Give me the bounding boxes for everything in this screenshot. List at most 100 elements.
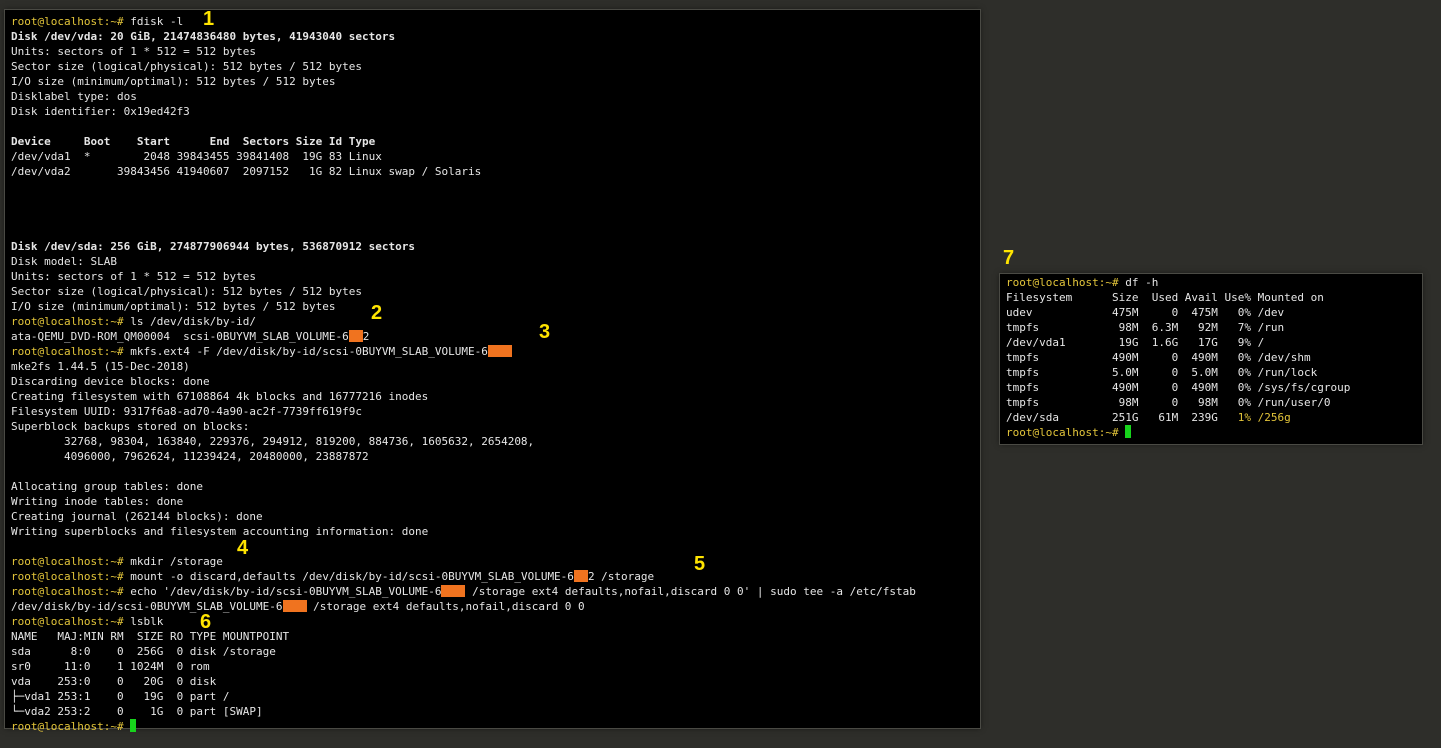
- command-line: root@localhost:~# lsblk: [11, 614, 980, 629]
- command-text: /storage ext4 defaults,nofail,discard 0 …: [465, 585, 916, 598]
- prompt: root@localhost:~#: [11, 15, 124, 28]
- df-row: tmpfs 5.0M 0 5.0M 0% /run/lock: [1006, 366, 1318, 379]
- redaction-mark: [441, 585, 466, 597]
- output-line: I/O size (minimum/optimal): 512 bytes / …: [11, 300, 336, 313]
- command-line: root@localhost:~# df -h: [1006, 275, 1422, 290]
- redaction-mark: [573, 570, 588, 582]
- output-line: Creating filesystem with 67108864 4k blo…: [11, 390, 429, 403]
- step-label-7: 7: [1003, 247, 1015, 269]
- output-line: Units: sectors of 1 * 512 = 512 bytes: [11, 45, 257, 58]
- step-label-3: 3: [539, 321, 551, 343]
- df-row-sda: /dev/sda 251G 61M 239G 1% /256g: [1006, 410, 1422, 425]
- command-text: ls /dev/disk/by-id/: [123, 315, 257, 328]
- lsblk-row: vda 253:0 0 20G 0 disk: [11, 675, 217, 688]
- output-text: 2: [362, 330, 370, 343]
- command-text: lsblk: [123, 615, 164, 628]
- command-line: root@localhost:~# echo '/dev/disk/by-id/…: [11, 584, 980, 599]
- step-label-1: 1: [203, 8, 215, 30]
- prompt: root@localhost:~#: [11, 585, 124, 598]
- output-line: Disk identifier: 0x19ed42f3: [11, 105, 190, 118]
- df-row-text: /dev/sda 251G 61M 239G: [1006, 411, 1238, 424]
- output-line: Units: sectors of 1 * 512 = 512 bytes: [11, 270, 257, 283]
- df-header: Filesystem Size Used Avail Use% Mounted …: [1006, 291, 1324, 304]
- output-line: Superblock backups stored on blocks:: [11, 420, 250, 433]
- redaction-mark: [487, 345, 512, 357]
- output-line: /dev/disk/by-id/scsi-0BUYVM_SLAB_VOLUME-…: [11, 599, 980, 614]
- lsblk-row: └─vda2 253:2 0 1G 0 part [SWAP]: [11, 705, 263, 718]
- prompt: root@localhost:~#: [1006, 426, 1119, 439]
- command-line: root@localhost:~# mkdir /storage: [11, 554, 980, 569]
- command-line[interactable]: root@localhost:~#: [1006, 425, 1422, 440]
- df-row: tmpfs 98M 0 98M 0% /run/user/0: [1006, 396, 1331, 409]
- output-line: Writing inode tables: done: [11, 495, 184, 508]
- prompt: root@localhost:~#: [11, 570, 124, 583]
- df-row: tmpfs 490M 0 490M 0% /sys/fs/cgroup: [1006, 381, 1351, 394]
- output-text: ata-QEMU_DVD-ROM_QM00004 scsi-0BUYVM_SLA…: [11, 330, 349, 343]
- step-label-2: 2: [371, 302, 383, 324]
- command-line: root@localhost:~# fdisk -l: [11, 14, 980, 29]
- output-line: Disk /dev/sda: 256 GiB, 274877906944 byt…: [11, 240, 415, 253]
- step-label-6: 6: [200, 611, 212, 633]
- partition-row: /dev/vda2 39843456 41940607 2097152 1G 8…: [11, 165, 482, 178]
- output-text: /dev/disk/by-id/scsi-0BUYVM_SLAB_VOLUME-…: [11, 600, 283, 613]
- redaction-mark: [348, 330, 363, 342]
- lsblk-row: sda 8:0 0 256G 0 disk /storage: [11, 645, 276, 658]
- lsblk-row: sr0 11:0 1 1024M 0 rom: [11, 660, 210, 673]
- command-text: mount -o discard,defaults /dev/disk/by-i…: [123, 570, 574, 583]
- redaction-mark: [282, 600, 307, 612]
- command-text: fdisk -l: [123, 15, 184, 28]
- command-line[interactable]: root@localhost:~#: [11, 719, 980, 734]
- command-text: mkfs.ext4 -F /dev/disk/by-id/scsi-0BUYVM…: [123, 345, 488, 358]
- output-line: 4096000, 7962624, 11239424, 20480000, 23…: [11, 450, 369, 463]
- prompt: root@localhost:~#: [11, 345, 124, 358]
- output-line: mke2fs 1.44.5 (15-Dec-2018): [11, 360, 190, 373]
- df-row-highlight: 1% /256g: [1237, 411, 1291, 424]
- prompt: root@localhost:~#: [11, 315, 124, 328]
- cursor: [130, 719, 137, 732]
- output-text: /storage ext4 defaults,nofail,discard 0 …: [306, 600, 585, 613]
- df-row: tmpfs 490M 0 490M 0% /dev/shm: [1006, 351, 1311, 364]
- df-row: /dev/vda1 19G 1.6G 17G 9% /: [1006, 336, 1265, 349]
- prompt: root@localhost:~#: [11, 555, 124, 568]
- df-row: udev 475M 0 475M 0% /dev: [1006, 306, 1285, 319]
- lsblk-row: ├─vda1 253:1 0 19G 0 part /: [11, 690, 230, 703]
- output-line: Disk model: SLAB: [11, 255, 117, 268]
- main-terminal[interactable]: root@localhost:~# fdisk -l Disk /dev/vda…: [5, 10, 980, 733]
- prompt: root@localhost:~#: [11, 615, 124, 628]
- prompt: root@localhost:~#: [11, 720, 124, 733]
- command-text: echo '/dev/disk/by-id/scsi-0BUYVM_SLAB_V…: [123, 585, 442, 598]
- partition-row: /dev/vda1 * 2048 39843455 39841408 19G 8…: [11, 150, 382, 163]
- output-line: Allocating group tables: done: [11, 480, 204, 493]
- command-line: root@localhost:~# ls /dev/disk/by-id/: [11, 314, 980, 329]
- df-row: tmpfs 98M 6.3M 92M 7% /run: [1006, 321, 1285, 334]
- partition-header: Device Boot Start End Sectors Size Id Ty…: [11, 135, 376, 148]
- command-text: 2 /storage: [587, 570, 655, 583]
- lsblk-header: NAME MAJ:MIN RM SIZE RO TYPE MOUNTPOINT: [11, 630, 290, 643]
- output-line: Discarding device blocks: done: [11, 375, 210, 388]
- output-line: 32768, 98304, 163840, 229376, 294912, 81…: [11, 435, 535, 448]
- output-line: Filesystem UUID: 9317f6a8-ad70-4a90-ac2f…: [11, 405, 362, 418]
- output-line: Writing superblocks and filesystem accou…: [11, 525, 429, 538]
- command-line: root@localhost:~# mkfs.ext4 -F /dev/disk…: [11, 344, 980, 359]
- command-text: mkdir /storage: [123, 555, 223, 568]
- cursor: [1125, 425, 1132, 438]
- step-label-5: 5: [694, 553, 706, 575]
- output-line: Disk /dev/vda: 20 GiB, 21474836480 bytes…: [11, 30, 396, 43]
- output-line: Sector size (logical/physical): 512 byte…: [11, 60, 362, 73]
- output-line: Creating journal (262144 blocks): done: [11, 510, 263, 523]
- df-terminal[interactable]: root@localhost:~# df -h Filesystem Size …: [1000, 274, 1422, 444]
- output-line: I/O size (minimum/optimal): 512 bytes / …: [11, 75, 336, 88]
- prompt: root@localhost:~#: [1006, 276, 1119, 289]
- command-line: root@localhost:~# mount -o discard,defau…: [11, 569, 980, 584]
- command-text: df -h: [1118, 276, 1159, 289]
- step-label-4: 4: [237, 537, 249, 559]
- output-line: ata-QEMU_DVD-ROM_QM00004 scsi-0BUYVM_SLA…: [11, 329, 980, 344]
- output-line: Sector size (logical/physical): 512 byte…: [11, 285, 362, 298]
- output-line: Disklabel type: dos: [11, 90, 137, 103]
